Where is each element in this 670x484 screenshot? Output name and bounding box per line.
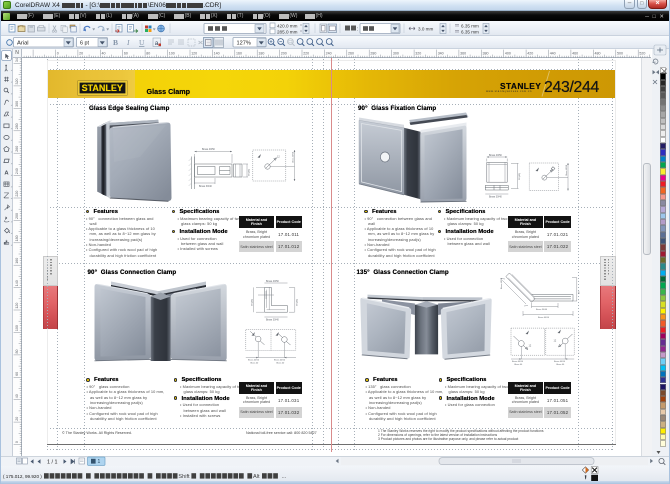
svg-text:40: 40 [102, 51, 106, 55]
svg-text:200: 200 [281, 51, 287, 55]
svg-text:260: 260 [348, 51, 354, 55]
svg-text:260: 260 [15, 146, 19, 152]
svg-text:200: 200 [15, 213, 19, 219]
svg-text:120: 120 [191, 51, 197, 55]
svg-text:6.35 mm: 6.35 mm [461, 30, 479, 35]
svg-text:80: 80 [15, 350, 19, 354]
svg-text:60: 60 [15, 372, 19, 376]
svg-text:285.0 mm: 285.0 mm [277, 30, 298, 35]
svg-text:460: 460 [572, 51, 578, 55]
svg-text:180: 180 [15, 235, 19, 241]
svg-text:300: 300 [393, 51, 399, 55]
svg-text:U: U [139, 38, 145, 47]
svg-text:120: 120 [15, 303, 19, 309]
svg-text::: : [357, 27, 358, 33]
svg-text:a: a [155, 40, 159, 47]
svg-text:220: 220 [303, 51, 309, 55]
svg-text:420.0 mm: 420.0 mm [277, 23, 298, 28]
svg-text:520: 520 [639, 51, 645, 55]
svg-text:80: 80 [146, 51, 150, 55]
svg-text:340: 340 [438, 51, 444, 55]
svg-text:B: B [113, 38, 118, 47]
svg-text:280: 280 [370, 51, 376, 55]
svg-text:127%: 127% [237, 41, 251, 47]
svg-text:100: 100 [15, 325, 19, 331]
svg-text:280: 280 [15, 123, 19, 129]
svg-text:Shift: Shift [178, 474, 190, 480]
svg-text:20: 20 [79, 51, 83, 55]
svg-text:400: 400 [505, 51, 511, 55]
svg-text:380: 380 [483, 51, 489, 55]
svg-text:160: 160 [236, 51, 242, 55]
svg-text:500: 500 [617, 51, 623, 55]
svg-text:480: 480 [595, 51, 601, 55]
svg-text:1 / 1: 1 / 1 [47, 459, 58, 465]
svg-text:3.0 mm: 3.0 mm [418, 26, 433, 31]
svg-text:Arial: Arial [17, 41, 29, 47]
svg-text:20: 20 [15, 417, 19, 421]
svg-text:440: 440 [550, 51, 556, 55]
svg-text:Alt: Alt [253, 474, 260, 480]
svg-text:0: 0 [57, 51, 59, 55]
svg-text:240: 240 [15, 168, 19, 174]
svg-text:6 pt: 6 pt [80, 41, 89, 47]
svg-text:320: 320 [15, 79, 19, 85]
svg-text:320: 320 [415, 51, 421, 55]
svg-text:0: 0 [15, 441, 19, 443]
svg-text:6.35 mm: 6.35 mm [461, 23, 479, 28]
svg-text:340: 340 [15, 58, 19, 62]
svg-text:420: 420 [527, 51, 533, 55]
svg-text:...: ... [282, 474, 287, 480]
svg-text:60: 60 [124, 51, 128, 55]
svg-text:300: 300 [15, 101, 19, 107]
svg-text:A: A [4, 171, 9, 177]
svg-text:240: 240 [326, 51, 332, 55]
svg-text:160: 160 [15, 258, 19, 264]
svg-text:180: 180 [258, 51, 264, 55]
svg-text:140: 140 [214, 51, 220, 55]
svg-text:I: I [126, 38, 130, 47]
svg-text:1: 1 [98, 459, 101, 465]
svg-text:360: 360 [460, 51, 466, 55]
svg-text:220: 220 [15, 191, 19, 197]
svg-text:100: 100 [169, 51, 175, 55]
svg-text:140: 140 [15, 280, 19, 286]
svg-text:40: 40 [15, 394, 19, 398]
